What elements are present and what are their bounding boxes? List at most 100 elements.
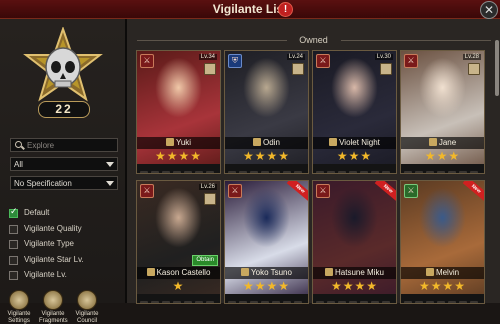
sort-option-label: Default <box>24 208 50 217</box>
gear-slot-icon <box>283 171 291 173</box>
vigilante-card[interactable]: ⚔ New Hatsune Miku ★★★★ <box>312 180 397 304</box>
gear-slot-icon <box>195 171 203 173</box>
name-text: Yuki <box>175 138 192 147</box>
level-label: Lv.30 <box>374 54 393 60</box>
equipment-icon <box>380 63 392 75</box>
sidebar: 22 Explore All No Specification Default … <box>0 19 127 324</box>
gear-slot-icon <box>239 171 247 173</box>
vigilante-settings-button[interactable]: Vigilante Settings <box>5 290 33 324</box>
gear-slot-icon <box>162 171 170 173</box>
role-icon: ⚔ <box>404 184 418 198</box>
council-icon <box>77 290 97 310</box>
rank-icon <box>241 268 250 276</box>
level-label: Lv.28 <box>462 54 481 60</box>
level-label: Lv.24 <box>286 54 305 60</box>
equipment-icon <box>204 193 216 205</box>
role-icon: ⚔ <box>228 184 242 198</box>
role-icon: ⛨ <box>228 54 242 68</box>
checkbox[interactable] <box>9 271 18 280</box>
vigilante-name: Odin <box>225 137 308 149</box>
button-label: Vigilante Council <box>75 311 99 324</box>
gear-slot-icon <box>404 171 412 173</box>
gear-slot-icon <box>437 171 445 173</box>
name-text: Hatsune Miku <box>335 268 384 277</box>
vigilante-card[interactable]: ⚔ Lv.28 Jane ★★★ <box>400 50 485 174</box>
checkbox[interactable] <box>9 224 18 234</box>
title-bar: Vigilante List ! ✕ <box>0 0 500 19</box>
vigilante-card[interactable]: ⚔ New Yoko Tsuno ★★★★ <box>224 180 309 304</box>
type-filter-dropdown[interactable]: All <box>10 157 118 171</box>
gear-slots <box>137 164 220 173</box>
rank-icon <box>253 138 262 146</box>
role-icon: ⚔ <box>404 54 418 68</box>
checkbox[interactable] <box>9 240 18 249</box>
role-icon: ⚔ <box>316 184 330 198</box>
sort-option-type[interactable]: Vigilante Type <box>9 238 121 254</box>
gear-slot-icon <box>173 171 181 173</box>
fragments-icon <box>43 290 63 310</box>
player-level-badge: 22 <box>38 101 90 118</box>
sort-option-level[interactable]: Vigilante Lv. <box>9 269 121 285</box>
vigilante-fragments-button[interactable]: Vigilante Fragments <box>39 290 68 324</box>
close-icon[interactable]: ✕ <box>480 1 498 19</box>
obtain-button[interactable]: Obtain <box>192 255 218 266</box>
name-text: Melvin <box>435 268 460 277</box>
gear-slot-icon <box>470 171 478 173</box>
gear-slot-icon <box>426 171 434 173</box>
window-title: Vigilante List <box>212 2 288 16</box>
gear-slot-icon <box>448 171 456 173</box>
checkbox[interactable] <box>9 255 18 265</box>
vigilante-name: Jane <box>401 137 484 149</box>
vigilante-grid-panel: Owned ⚔ Lv.34 Yuki ★★★★ ⛨ Lv.24 Odin ★★★★ ⚔ Lv.30… <box>127 19 500 304</box>
gear-slot-icon <box>250 171 258 173</box>
vigilante-name: Hatsune Miku <box>313 267 396 279</box>
gear-slot-icon <box>228 171 236 173</box>
star-rating: ★ <box>172 279 185 293</box>
vigilante-card[interactable]: ⚔ Lv.30 Violet Night ★★★ <box>312 50 397 174</box>
vigilante-card[interactable]: ⛨ Lv.24 Odin ★★★★ <box>224 50 309 174</box>
role-icon: ⚔ <box>316 54 330 68</box>
rank-icon <box>165 138 174 146</box>
button-label: Vigilante Fragments <box>39 311 68 324</box>
vigilante-card[interactable]: ⚔ Lv.34 Yuki ★★★★ <box>136 50 221 174</box>
sort-options: Default Vigilante Quality Vigilante Type… <box>9 207 121 285</box>
star-rating: ★★★★ <box>242 149 291 163</box>
sort-option-label: Vigilante Quality <box>24 223 82 233</box>
spec-filter-dropdown[interactable]: No Specification <box>10 176 118 190</box>
gear-slot-icon <box>371 171 379 173</box>
vigilante-card[interactable]: ⚔ New Melvin ★★★★ <box>400 180 485 304</box>
equipment-icon <box>204 63 216 75</box>
vigilante-card[interactable]: ⚔ Lv.26 Obtain Kason Castello ★ <box>136 180 221 304</box>
vigilante-council-button[interactable]: Vigilante Council <box>73 290 101 324</box>
sort-option-quality[interactable]: Vigilante Quality <box>9 223 121 239</box>
star-rating: ★★★★ <box>242 279 291 293</box>
gear-slot-icon <box>261 171 269 173</box>
rank-icon <box>428 138 437 146</box>
gear-slots <box>401 164 484 173</box>
gear-slot-icon <box>382 171 390 173</box>
name-text: Jane <box>438 138 457 147</box>
sort-option-label: Vigilante Star Lv. <box>24 254 84 264</box>
star-rating: ★★★ <box>424 149 461 163</box>
search-placeholder: Explore <box>27 141 55 150</box>
vigilante-name: Kason Castello <box>137 267 220 279</box>
checkbox[interactable] <box>9 207 18 218</box>
scrollbar[interactable] <box>495 40 499 96</box>
sort-option-star-level[interactable]: Vigilante Star Lv. <box>9 254 121 270</box>
name-text: Kason Castello <box>156 268 211 277</box>
rank-icon <box>325 268 334 276</box>
gear-slot-icon <box>459 171 467 173</box>
name-text: Yoko Tsuno <box>251 268 292 277</box>
info-icon[interactable]: ! <box>278 2 293 17</box>
chevron-down-icon <box>106 181 114 186</box>
search-input[interactable]: Explore <box>10 138 118 152</box>
sort-option-default[interactable]: Default <box>9 207 121 223</box>
gear-slot-icon <box>360 171 368 173</box>
gear-slots <box>225 294 308 303</box>
role-icon: ⚔ <box>140 184 154 198</box>
level-label: Lv.26 <box>198 184 217 190</box>
gear-slot-icon <box>184 171 192 173</box>
vigilante-name: Violet Night <box>313 137 396 149</box>
gear-slot-icon <box>415 171 423 173</box>
spec-filter-value: No Specification <box>14 179 72 188</box>
